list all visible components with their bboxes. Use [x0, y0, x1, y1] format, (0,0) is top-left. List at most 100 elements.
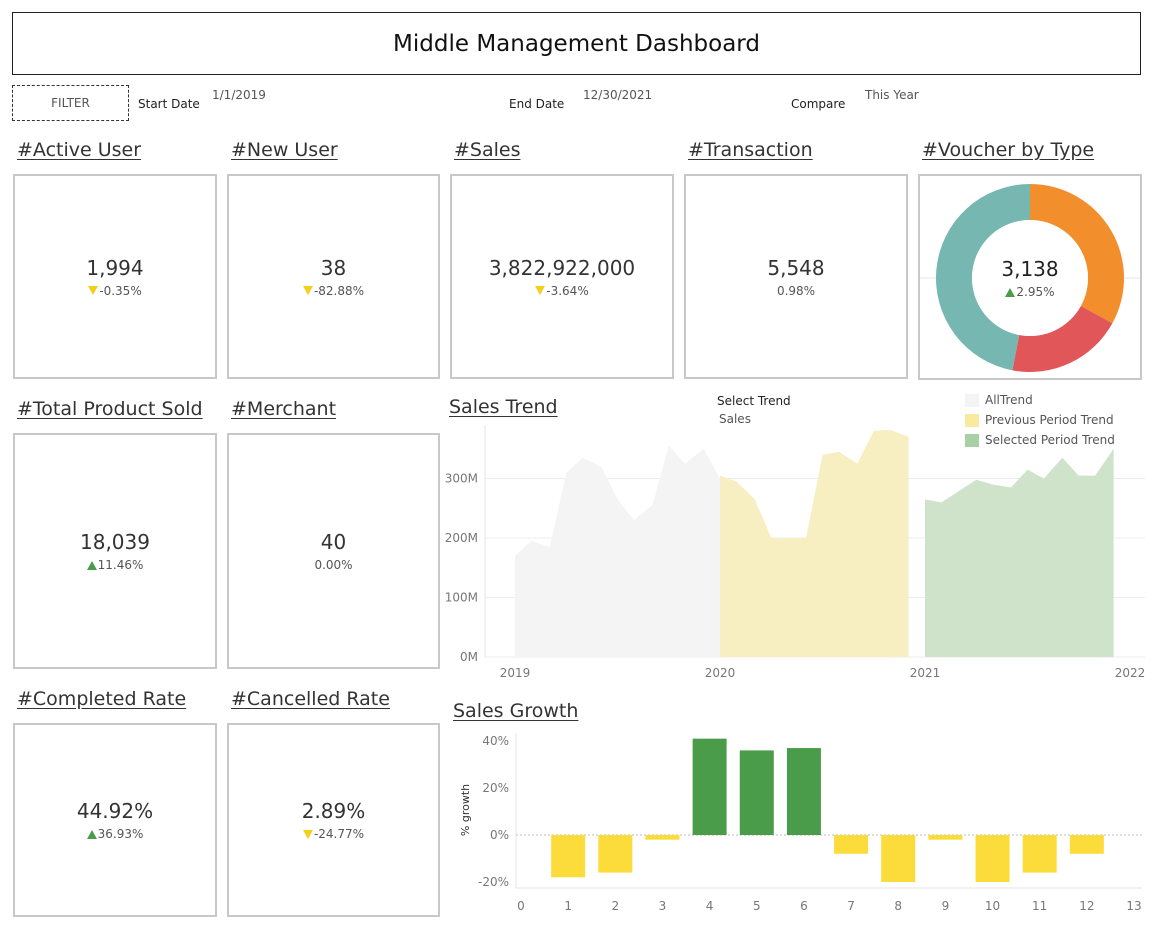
y-tick-label: 200M	[445, 531, 478, 545]
x-tick-label: 5	[753, 899, 761, 913]
sales-card: 3,822,922,000 -3.64%	[450, 174, 674, 379]
voucher-delta-row: 2.95%	[1005, 285, 1055, 299]
growth-bar[interactable]	[834, 835, 869, 854]
merchant-value: 40	[320, 530, 347, 554]
completed-rate-title: #Completed Rate	[17, 688, 187, 710]
growth-bar[interactable]	[551, 835, 586, 878]
total-product-sold-title: #Total Product Sold	[17, 398, 203, 420]
down-arrow-icon	[302, 829, 313, 839]
voucher-title: #Voucher by Type	[922, 139, 1095, 161]
voucher-center: 3,138 2.95%	[1001, 257, 1058, 299]
up-arrow-icon	[86, 560, 97, 570]
compare-value[interactable]: This Year	[865, 88, 919, 102]
area-previous-period[interactable]	[720, 429, 909, 657]
new-user-value: 38	[320, 255, 347, 280]
legend-swatch	[965, 393, 979, 407]
x-tick-label: 2021	[910, 666, 941, 680]
area-alltrend[interactable]	[515, 445, 720, 657]
x-tick-label: 2022	[1115, 666, 1146, 680]
cancelled-rate-value: 2.89%	[301, 799, 366, 823]
y-axis-label: % growth	[459, 784, 472, 836]
y-tick-label: -20%	[478, 875, 509, 889]
y-tick-label: 20%	[482, 781, 509, 795]
completed-rate-card: 44.92% 36.93%	[13, 723, 217, 917]
y-tick-label: 40%	[482, 734, 509, 748]
active-user-card: 1,994 -0.35%	[13, 174, 217, 379]
sales-growth-chart: 40%20%0%-20%0 1 2 3 4 5 6 7 8 9 10 11 12 13% growth	[459, 733, 1142, 913]
growth-bar[interactable]	[881, 835, 916, 882]
x-tick-label: 0	[517, 899, 525, 913]
x-tick-label: 7	[847, 899, 855, 913]
up-arrow-icon	[1005, 287, 1016, 297]
start-date-label: Start Date	[138, 97, 200, 111]
up-arrow-icon	[86, 829, 97, 839]
end-date-value[interactable]: 12/30/2021	[583, 88, 652, 102]
compare-label: Compare	[791, 97, 846, 111]
y-tick-label: 300M	[445, 472, 478, 486]
dashboard-title: Middle Management Dashboard	[12, 12, 1141, 75]
x-tick-label: 11	[1032, 899, 1047, 913]
start-date-value[interactable]: 1/1/2019	[212, 88, 266, 102]
x-tick-label: 3	[659, 899, 667, 913]
growth-bar[interactable]	[739, 750, 774, 835]
active-user-delta-row: -0.35%	[88, 283, 142, 298]
x-tick-label: 10	[985, 899, 1000, 913]
x-tick-label: 6	[800, 899, 808, 913]
active-user-value: 1,994	[86, 255, 144, 280]
select-trend-value[interactable]: Sales	[719, 412, 751, 426]
y-tick-label: 0%	[490, 828, 509, 842]
voucher-delta: 2.95%	[1016, 285, 1055, 299]
new-user-delta: -82.88%	[313, 283, 365, 298]
sales-trend-title: Sales Trend	[449, 396, 558, 418]
new-user-card: 38 -82.88%	[227, 174, 440, 379]
down-arrow-icon	[88, 286, 99, 295]
area-selected-period[interactable]	[925, 448, 1114, 657]
growth-bar[interactable]	[786, 748, 821, 835]
y-tick-label: 0M	[460, 650, 478, 664]
transaction-card: 5,548 0.98%	[684, 174, 908, 379]
transaction-value: 5,548	[767, 255, 825, 280]
x-tick-label: 2	[611, 899, 619, 913]
growth-bar[interactable]	[598, 835, 633, 873]
x-tick-label: 4	[706, 899, 714, 913]
x-tick-label: 2020	[705, 666, 736, 680]
x-tick-label: 13	[1126, 899, 1141, 913]
cancelled-rate-title: #Cancelled Rate	[231, 688, 390, 710]
merchant-delta-row: 0.00%	[314, 558, 352, 572]
merchant-delta: 0.00%	[314, 558, 353, 572]
sales-title: #Sales	[454, 139, 521, 161]
legend-item-alltrend[interactable]: AllTrend	[965, 390, 1115, 410]
filter-button[interactable]: FILTER	[12, 85, 129, 121]
select-trend-label: Select Trend	[717, 394, 791, 408]
cancelled-rate-delta-row: -24.77%	[302, 827, 365, 841]
sales-delta-row: -3.64%	[535, 283, 589, 298]
legend-label: AllTrend	[985, 393, 1033, 407]
completed-rate-delta-row: 36.93%	[86, 827, 144, 841]
sales-growth-title: Sales Growth	[453, 700, 579, 722]
sales-value: 3,822,922,000	[488, 255, 636, 280]
x-tick-label: 8	[894, 899, 902, 913]
transaction-delta: 0.98%	[776, 283, 816, 298]
x-tick-label: 9	[942, 899, 950, 913]
growth-bar[interactable]	[975, 835, 1010, 882]
active-user-delta: -0.35%	[99, 283, 142, 298]
new-user-delta-row: -82.88%	[302, 283, 365, 298]
growth-bar[interactable]	[645, 835, 680, 840]
voucher-value: 3,138	[1001, 257, 1059, 281]
sales-trend-chart: 0M 100M 200M 300M 2019 2020 2021 2022	[445, 425, 1146, 680]
cancelled-rate-card: 2.89% -24.77%	[227, 723, 440, 917]
growth-bar[interactable]	[928, 835, 963, 840]
growth-bar[interactable]	[1022, 835, 1057, 873]
y-tick-label: 100M	[445, 591, 478, 605]
completed-rate-value: 44.92%	[76, 799, 154, 823]
growth-bar[interactable]	[692, 738, 727, 835]
transaction-title: #Transaction	[688, 139, 813, 161]
x-tick-label: 12	[1079, 899, 1094, 913]
growth-bar[interactable]	[1069, 835, 1104, 854]
merchant-title: #Merchant	[231, 398, 337, 420]
down-arrow-icon	[535, 286, 546, 295]
completed-rate-delta: 36.93%	[97, 827, 144, 841]
sales-delta: -3.64%	[546, 283, 589, 298]
x-tick-label: 2019	[500, 666, 531, 680]
cancelled-rate-delta: -24.77%	[313, 827, 365, 841]
